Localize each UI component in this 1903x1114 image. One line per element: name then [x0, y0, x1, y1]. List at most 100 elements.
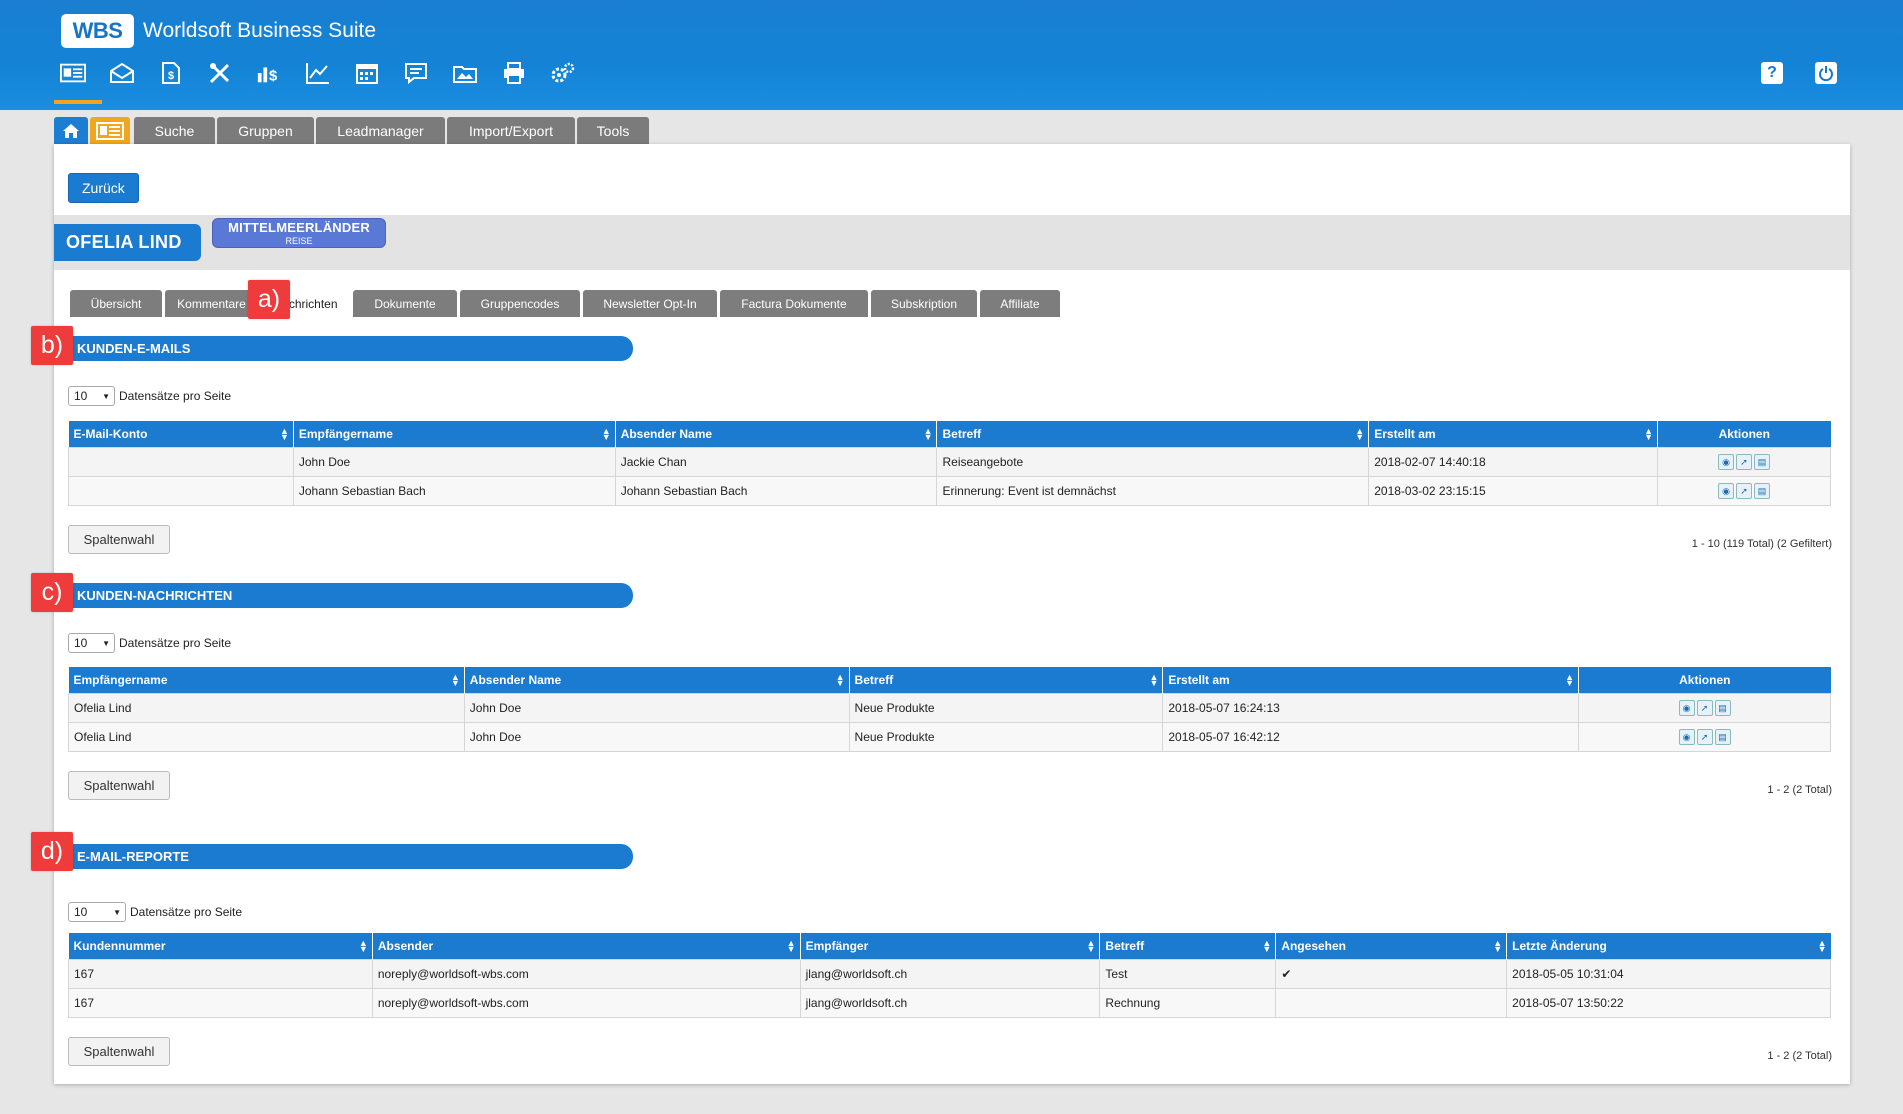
col-header[interactable]: Betreff ▲ ▼ [936, 421, 1369, 447]
group-name: MITTELMEERLÄNDER [228, 220, 370, 235]
row-actions: ◉ ➚ ▤ [1578, 721, 1831, 752]
document-money-icon[interactable]: $ [158, 60, 184, 86]
col-header[interactable]: Erstellt am ▲ ▼ [1368, 421, 1658, 447]
view-icon[interactable]: ◉ [1678, 699, 1695, 716]
tab-dokumente[interactable]: Dokumente [353, 290, 457, 317]
forward-icon[interactable]: ➚ [1736, 453, 1753, 470]
contact-card-icon[interactable] [60, 60, 86, 86]
help-button[interactable]: ? [1761, 62, 1783, 84]
col-header[interactable]: Empfänger ▲ ▼ [799, 933, 1100, 959]
main-tabs: Suche Gruppen Leadmanager Import/Export … [54, 117, 649, 144]
col-header[interactable]: Empfängername ▲ ▼ [68, 667, 465, 693]
column-select-button[interactable]: Spaltenwahl [68, 771, 170, 800]
column-select-button[interactable]: Spaltenwahl [68, 1037, 170, 1066]
delete-icon[interactable]: ▤ [1714, 699, 1731, 716]
sort-icon: ▲ ▼ [1817, 938, 1827, 954]
col-header[interactable]: Absender Name ▲ ▼ [614, 421, 937, 447]
row-actions: ◉ ➚ ▤ [1657, 446, 1831, 477]
view-icon[interactable]: ◉ [1718, 482, 1735, 499]
col-header[interactable]: Letzte Änderung ▲ ▼ [1506, 933, 1831, 959]
help-icon[interactable]: ? [1761, 62, 1783, 84]
col-header[interactable]: Angesehen ▲ ▼ [1275, 933, 1507, 959]
tab-suche[interactable]: Suche [134, 117, 215, 144]
col-header[interactable]: Betreff ▲ ▼ [1099, 933, 1276, 959]
col-header[interactable]: Betreff ▲ ▼ [848, 667, 1163, 693]
per-page-select[interactable]: 10 ▼ [68, 386, 115, 406]
col-header[interactable]: Erstellt am ▲ ▼ [1162, 667, 1579, 693]
reports-table: Kundennummer ▲ ▼ Absender ▲ ▼ Empfänger ▲ ▼ Be… [68, 933, 1831, 1018]
per-page-select[interactable]: 10 ▼ [68, 902, 126, 922]
sort-icon: ▲ ▼ [450, 672, 460, 688]
delete-icon[interactable]: ▤ [1714, 728, 1731, 745]
comment-icon[interactable] [403, 60, 429, 86]
sort-icon: ▲ ▼ [1644, 426, 1654, 442]
tab-home[interactable] [54, 117, 88, 144]
table-row[interactable]: 167 noreply@worldsoft-wbs.com jlang@worl… [68, 987, 1831, 1018]
tab-import-export[interactable]: Import/Export [447, 117, 575, 144]
tab-gruppen[interactable]: Gruppen [217, 117, 314, 144]
table-row[interactable]: Ofelia Lind John Doe Neue Produkte 2018-… [68, 692, 1831, 723]
per-page-label: Datensätze pro Seite [119, 389, 232, 403]
sort-icon: ▲ ▼ [1493, 938, 1503, 954]
table-row[interactable]: Johann Sebastian Bach Johann Sebastian B… [68, 475, 1831, 506]
tab-affiliate[interactable]: Affiliate [980, 290, 1060, 317]
gears-icon[interactable] [550, 60, 576, 86]
tab-uebersicht[interactable]: Übersicht [70, 290, 162, 317]
tab-tools[interactable]: Tools [577, 117, 649, 144]
col-header[interactable]: Kundennummer ▲ ▼ [68, 933, 373, 959]
tab-kommentare[interactable]: Kommentare [165, 290, 258, 317]
delete-icon[interactable]: ▤ [1754, 482, 1771, 499]
svg-text:$: $ [168, 70, 174, 82]
row-actions: ◉ ➚ ▤ [1657, 475, 1831, 506]
logout-button[interactable] [1815, 62, 1837, 84]
per-page-select[interactable]: 10 ▼ [68, 633, 115, 653]
col-header[interactable]: Absender Name ▲ ▼ [463, 667, 850, 693]
forward-icon[interactable]: ➚ [1696, 728, 1713, 745]
chevron-down-icon: ▼ [102, 391, 110, 401]
view-icon[interactable]: ◉ [1718, 453, 1735, 470]
tab-factura-dokumente[interactable]: Factura Dokumente [720, 290, 868, 317]
contact-name: OFELIA LIND [54, 224, 201, 261]
table-row[interactable]: John Doe Jackie Chan Reiseangebote 2018-… [68, 446, 1831, 477]
tools-icon[interactable] [207, 60, 233, 86]
group-sub: REISE [285, 236, 313, 246]
print-icon[interactable] [501, 60, 527, 86]
table-row[interactable]: 167 noreply@worldsoft-wbs.com jlang@worl… [68, 958, 1831, 989]
messages-table: Empfängername ▲ ▼ Absender Name ▲ ▼ Betreff ▲… [68, 667, 1831, 752]
col-header[interactable]: Empfängername ▲ ▼ [292, 421, 616, 447]
per-page-label: Datensätze pro Seite [130, 905, 243, 919]
view-icon[interactable]: ◉ [1678, 728, 1695, 745]
back-button[interactable]: Zurück [68, 173, 139, 203]
calendar-icon[interactable] [354, 60, 380, 86]
tab-gruppencodes[interactable]: Gruppencodes [460, 290, 580, 317]
col-header-actions: Aktionen [1657, 421, 1831, 447]
app-name: Worldsoft Business Suite [143, 19, 377, 42]
delete-icon[interactable]: ▤ [1754, 453, 1771, 470]
per-page-label: Datensätze pro Seite [119, 636, 232, 650]
group-badge[interactable]: MITTELMEERLÄNDER REISE [212, 218, 386, 248]
col-header[interactable]: Absender ▲ ▼ [371, 933, 801, 959]
mail-icon[interactable] [109, 60, 135, 86]
tab-subskription[interactable]: Subskription [871, 290, 977, 317]
tab-contact[interactable] [90, 117, 130, 144]
tab-newsletter-opt-in[interactable]: Newsletter Opt-In [583, 290, 717, 317]
wbs-logo[interactable]: WBS [61, 14, 134, 48]
forward-icon[interactable]: ➚ [1696, 699, 1713, 716]
power-icon[interactable] [1815, 62, 1837, 84]
table-row[interactable]: Ofelia Lind John Doe Neue Produkte 2018-… [68, 721, 1831, 752]
col-header-actions: Aktionen [1578, 667, 1831, 693]
emails-table: E-Mail-Konto ▲ ▼ Empfängername ▲ ▼ Absender … [68, 421, 1831, 506]
column-select-button[interactable]: Spaltenwahl [68, 525, 170, 554]
sort-icon: ▲ ▼ [279, 426, 289, 442]
chevron-down-icon: ▼ [102, 638, 110, 648]
money-chart-icon[interactable]: $ [256, 60, 282, 86]
line-chart-icon[interactable] [305, 60, 331, 86]
folder-image-icon[interactable] [452, 60, 478, 86]
tab-leadmanager[interactable]: Leadmanager [316, 117, 445, 144]
sort-icon: ▲ ▼ [358, 938, 368, 954]
col-header[interactable]: E-Mail-Konto ▲ ▼ [68, 421, 294, 447]
sort-icon: ▲ ▼ [923, 426, 933, 442]
per-page-messages: 10 ▼ Datensätze pro Seite [68, 633, 231, 653]
forward-icon[interactable]: ➚ [1736, 482, 1753, 499]
section-title-emails: KUNDEN-E-MAILS [70, 336, 633, 361]
